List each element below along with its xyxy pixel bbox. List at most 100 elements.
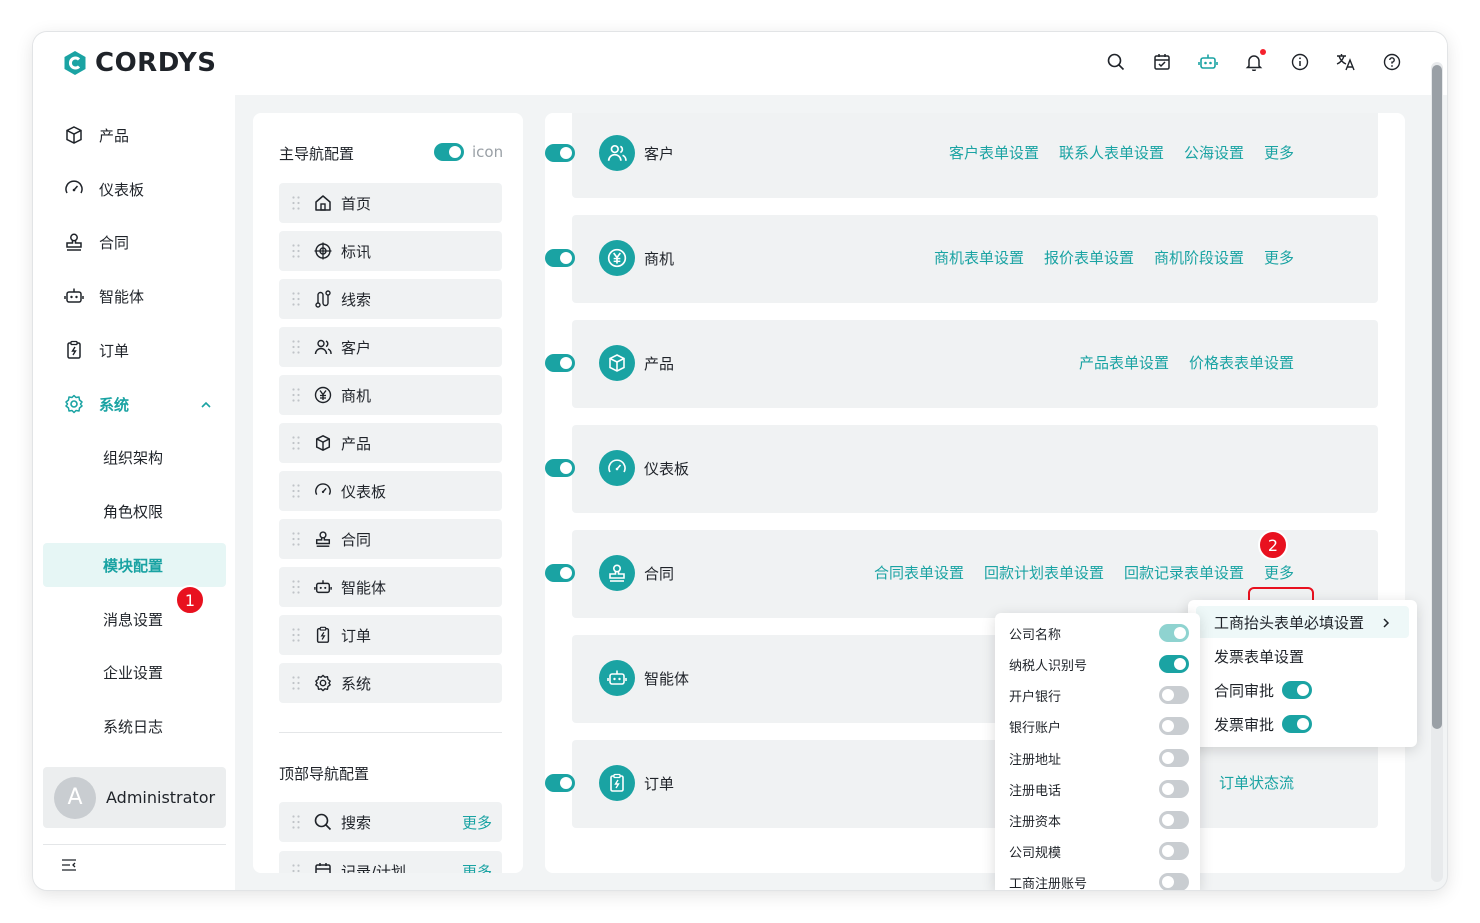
main-nav-item-dashboard[interactable]: 仪表板 [279, 471, 502, 511]
module-link[interactable]: 产品表单设置 [1079, 352, 1169, 373]
sidebar-subitem-module-config[interactable]: 模块配置 [43, 543, 226, 587]
scrollbar-thumb[interactable] [1432, 65, 1442, 729]
brand-logo[interactable]: CORDYS [61, 48, 216, 78]
module-link[interactable]: 公海设置 [1184, 142, 1244, 163]
top-nav-item-label: 记录/计划 [341, 862, 407, 874]
field-label: 工商注册账号 [1009, 876, 1088, 891]
main-nav-item-system[interactable]: 系统 [279, 663, 502, 703]
module-toggle[interactable] [545, 774, 575, 792]
invoice-approval-toggle[interactable] [1282, 715, 1313, 733]
field-required-toggle[interactable] [1159, 655, 1189, 673]
sidebar-subitem-roles[interactable]: 角色权限 [43, 489, 226, 533]
drag-handle-icon[interactable] [291, 243, 301, 259]
module-link[interactable]: 合同表单设置 [874, 562, 964, 583]
main-nav-item-bidding[interactable]: 标讯 [279, 231, 502, 271]
module-link[interactable]: 客户表单设置 [949, 142, 1039, 163]
module-link[interactable]: 商机阶段设置 [1154, 247, 1244, 268]
drag-handle-icon[interactable] [291, 627, 301, 643]
module-link[interactable]: 价格表表单设置 [1189, 352, 1294, 373]
bell-icon[interactable] [1243, 49, 1266, 73]
main-nav-item-contracts[interactable]: 合同 [279, 519, 502, 559]
sidebar-subitem-org[interactable]: 组织架构 [43, 435, 226, 479]
module-name: 智能体 [644, 670, 690, 688]
sidebar-item-system[interactable]: 系统 [43, 382, 226, 426]
sidebar-item-contracts[interactable]: 合同 [43, 220, 226, 264]
sidebar-item-agents[interactable]: 智能体 [43, 274, 226, 318]
chevron-up-icon[interactable] [200, 397, 212, 415]
drag-handle-icon[interactable] [291, 579, 301, 595]
main-nav-item-products[interactable]: 产品 [279, 423, 502, 463]
translate-icon[interactable] [1335, 51, 1357, 73]
main-nav-item-leads[interactable]: 线索 [279, 279, 502, 319]
top-nav-title: 顶部导航配置 [279, 765, 370, 783]
sidebar-item-orders[interactable]: 订单 [43, 328, 226, 372]
field-required-toggle[interactable] [1159, 873, 1189, 890]
top-nav-item-search[interactable]: 搜索 更多 [279, 802, 502, 842]
help-icon[interactable] [1381, 51, 1403, 73]
main-nav-item-home[interactable]: 首页 [279, 183, 502, 223]
module-toggle[interactable] [545, 564, 575, 582]
field-required-toggle[interactable] [1159, 811, 1189, 829]
main-nav-item-customers[interactable]: 客户 [279, 327, 502, 367]
drag-handle-icon[interactable] [291, 675, 301, 691]
menu-item-invoice-approval: 发票审批 [1196, 708, 1409, 740]
module-toggle[interactable] [545, 144, 575, 162]
sidebar-subitem-logs[interactable]: 系统日志 [43, 704, 226, 748]
user-profile[interactable]: A Administrator [43, 767, 226, 828]
sidebar-item-dashboard[interactable]: 仪表板 [43, 167, 226, 211]
module-more-link[interactable]: 更多 [1264, 142, 1294, 163]
home-icon [313, 193, 333, 213]
module-link[interactable]: 回款计划表单设置 [984, 562, 1104, 583]
drag-handle-icon[interactable] [291, 435, 301, 451]
drag-handle-icon[interactable] [291, 339, 301, 355]
drag-handle-icon[interactable] [291, 387, 301, 403]
sidebar-subitem-label: 组织架构 [103, 448, 164, 467]
module-toggle[interactable] [545, 459, 575, 477]
sidebar-subitem-enterprise[interactable]: 企业设置 [43, 650, 226, 694]
main-nav-item-orders[interactable]: 订单 [279, 615, 502, 655]
field-required-toggle[interactable] [1159, 842, 1189, 860]
field-required-toggle[interactable] [1159, 717, 1189, 735]
top-nav-more-link[interactable]: 更多 [462, 812, 492, 833]
module-toggle[interactable] [545, 354, 575, 372]
module-card-products: 产品 产品表单设置 价格表表单设置 [545, 320, 1378, 408]
main-nav-item-opportunities[interactable]: 商机 [279, 375, 502, 415]
module-link[interactable]: 商机表单设置 [934, 247, 1024, 268]
field-required-toggle[interactable] [1159, 749, 1189, 767]
module-more-link[interactable]: 更多 [1264, 562, 1294, 583]
order-icon [63, 339, 85, 361]
menu-item-invoice-header-required[interactable]: 工商抬头表单必填设置 [1196, 606, 1409, 638]
menu-item-invoice-form[interactable]: 发票表单设置 [1196, 640, 1409, 672]
field-label: 注册地址 [1009, 752, 1062, 768]
top-nav-more-link[interactable]: 更多 [462, 861, 492, 874]
page-scrollbar[interactable] [1431, 62, 1443, 882]
info-icon[interactable] [1289, 51, 1311, 73]
sidebar-item-products[interactable]: 产品 [43, 113, 226, 157]
module-more-link[interactable]: 更多 [1264, 247, 1294, 268]
top-nav-item-records[interactable]: 记录/计划 更多 [279, 851, 502, 873]
main-nav-item-agents[interactable]: 智能体 [279, 567, 502, 607]
module-link[interactable]: 回款记录表单设置 [1124, 562, 1244, 583]
stamp-icon [313, 529, 333, 549]
drag-handle-icon[interactable] [291, 195, 301, 211]
module-config-panel: 客户 客户表单设置 联系人表单设置 公海设置 更多 商机 商机表单设置 报价表单… [545, 113, 1405, 873]
calendar-check-icon[interactable] [1151, 51, 1173, 73]
contract-approval-toggle[interactable] [1282, 681, 1313, 699]
drag-handle-icon[interactable] [291, 863, 301, 873]
search-icon[interactable] [1105, 51, 1127, 73]
collapse-menu-icon[interactable] [61, 857, 77, 876]
menu-item-label: 合同审批 [1214, 681, 1275, 700]
main-nav-title: 主导航配置 [279, 145, 355, 163]
icon-toggle[interactable] [434, 143, 464, 161]
module-toggle[interactable] [545, 249, 575, 267]
module-link[interactable]: 联系人表单设置 [1059, 142, 1164, 163]
drag-handle-icon[interactable] [291, 531, 301, 547]
drag-handle-icon[interactable] [291, 483, 301, 499]
drag-handle-icon[interactable] [291, 291, 301, 307]
module-link[interactable]: 订单状态流 [1219, 772, 1294, 793]
robot-icon[interactable] [1197, 51, 1219, 73]
drag-handle-icon[interactable] [291, 814, 301, 830]
field-required-toggle[interactable] [1159, 686, 1189, 704]
module-link[interactable]: 报价表单设置 [1044, 247, 1134, 268]
field-required-toggle[interactable] [1159, 780, 1189, 798]
